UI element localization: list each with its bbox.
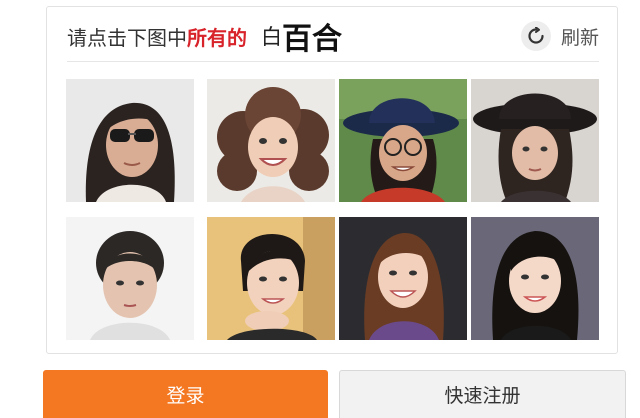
captcha-image-1[interactable] — [66, 79, 194, 202]
captcha-image-4[interactable] — [471, 79, 599, 202]
refresh-label: 刷新 — [560, 26, 599, 49]
prompt-highlight: 所有的 — [187, 25, 247, 50]
captcha-panel: 请点击下图中 所有的 白 百合 刷新 — [46, 6, 618, 354]
captcha-image-7[interactable] — [339, 217, 467, 340]
login-label: 登录 — [166, 384, 205, 407]
captcha-image-6[interactable] — [207, 217, 335, 340]
prompt-target-small: 白 — [261, 25, 282, 49]
captcha-image-8[interactable] — [471, 217, 599, 340]
divider — [67, 61, 599, 62]
refresh-button[interactable]: 刷新 — [520, 21, 599, 51]
captcha-image-2[interactable] — [207, 79, 335, 202]
captcha-image-5[interactable] — [66, 217, 194, 340]
quick-register-button[interactable]: 快速注册 — [339, 370, 626, 418]
prompt-prefix: 请点击下图中 — [67, 25, 187, 50]
captcha-prompt: 请点击下图中 所有的 白 百合 — [67, 19, 342, 57]
refresh-icon — [520, 21, 551, 51]
login-button[interactable]: 登录 — [43, 370, 328, 418]
captcha-image-3[interactable] — [339, 79, 467, 202]
prompt-target-large: 百合 — [282, 22, 342, 57]
quick-register-label: 快速注册 — [444, 385, 521, 407]
